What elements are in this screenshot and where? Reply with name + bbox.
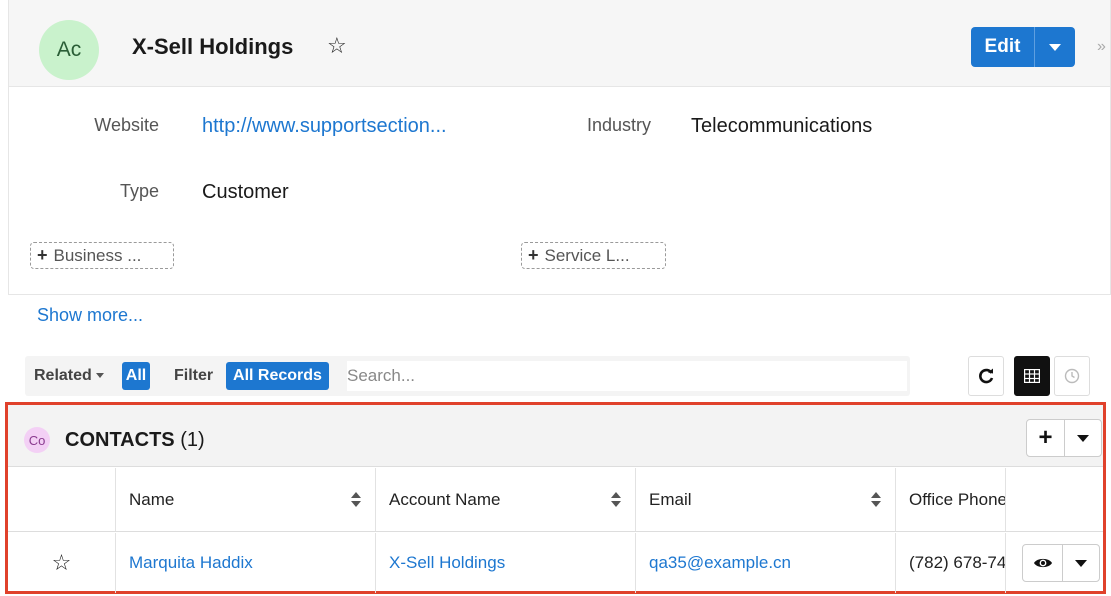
add-business-field-button[interactable]: + Business ... [30, 242, 174, 269]
account-avatar: Ac [39, 20, 99, 80]
caret-down-icon [95, 373, 104, 379]
column-header-label: Account Name [389, 489, 501, 509]
column-header-label: Name [129, 489, 175, 509]
caret-down-icon [1075, 559, 1087, 567]
sort-icon[interactable] [611, 492, 621, 508]
caret-down-icon [1049, 43, 1061, 51]
refresh-button[interactable] [968, 356, 1004, 396]
edit-button[interactable]: Edit [971, 27, 1035, 67]
contacts-avatar: Co [24, 427, 50, 453]
row-actions-dropdown[interactable] [1063, 545, 1099, 581]
caret-down-icon [1077, 434, 1089, 442]
contact-name-link[interactable]: Marquita Haddix [129, 553, 253, 573]
header-favorite-cell [8, 468, 116, 531]
subpanel-actions-dropdown[interactable] [1065, 420, 1101, 456]
related-label: Related [34, 367, 92, 384]
industry-label: Industry [586, 115, 651, 135]
preview-button[interactable] [1023, 545, 1063, 581]
type-value: Customer [202, 181, 289, 203]
column-header-email[interactable]: Email [636, 468, 896, 531]
column-header-account-name[interactable]: Account Name [376, 468, 636, 531]
filter-bar: Related All Filter All Records [25, 356, 910, 396]
eye-icon [1033, 558, 1052, 568]
subpanel-actions: + [1026, 419, 1102, 457]
record-header: Ac X-Sell Holdings ☆ Edit » [8, 0, 1111, 87]
plus-icon: + [37, 245, 48, 265]
create-contact-button[interactable]: + [1027, 420, 1065, 456]
edit-button-group: Edit [971, 27, 1075, 67]
filter-label[interactable]: Filter [174, 367, 213, 385]
list-view-button[interactable] [1014, 356, 1050, 396]
cell-email: qa35@example.cn [636, 533, 896, 593]
add-service-field-button[interactable]: + Service L... [521, 242, 666, 269]
refresh-icon [979, 368, 994, 384]
record-fields: Website http://www.supportsection... Ind… [8, 87, 1111, 295]
column-header-label: Office Phone [909, 489, 1006, 509]
row-actions [1022, 544, 1100, 582]
subpanel-count: (1) [180, 429, 205, 451]
related-all-pill[interactable]: All [122, 362, 150, 390]
type-label: Type [119, 181, 159, 201]
related-dropdown[interactable]: Related [34, 367, 104, 385]
search-input[interactable] [347, 361, 907, 391]
column-header-label: Email [649, 489, 692, 509]
contacts-subpanel: Co CONTACTS (1) + Name Account Name Emai… [5, 402, 1106, 594]
industry-value: Telecommunications [691, 115, 873, 137]
sort-icon[interactable] [871, 492, 881, 508]
service-button-label: Service L... [544, 245, 630, 265]
column-header-office-phone[interactable]: Office Phone [896, 468, 1006, 531]
cell-account-name: X-Sell Holdings [376, 533, 636, 593]
record-title: X-Sell Holdings [132, 34, 294, 59]
plus-icon: + [1038, 424, 1053, 451]
grid-icon [1024, 369, 1040, 383]
website-label: Website [94, 115, 159, 135]
subpanel-header[interactable]: Co CONTACTS (1) + [8, 405, 1103, 467]
sort-icon[interactable] [351, 492, 361, 508]
edit-actions-dropdown[interactable] [1035, 27, 1075, 67]
subpanel-title-label: CONTACTS [65, 429, 175, 451]
subpanel-title: CONTACTS (1) [65, 429, 205, 452]
column-header-name[interactable]: Name [116, 468, 376, 531]
favorite-star-icon[interactable]: ☆ [327, 33, 347, 59]
plus-icon: + [528, 245, 539, 265]
activity-stream-button[interactable] [1054, 356, 1090, 396]
favorite-star-icon[interactable]: ☆ [8, 533, 116, 593]
collapse-pane-icon[interactable]: » [1097, 38, 1106, 56]
website-link[interactable]: http://www.supportsection... [202, 115, 447, 138]
account-name-link[interactable]: X-Sell Holdings [389, 553, 505, 573]
show-more-link[interactable]: Show more... [37, 305, 143, 326]
office-phone-value: (782) 678-74 [909, 553, 1006, 572]
table-row: ☆ Marquita Haddix X-Sell Holdings qa35@e… [8, 533, 1103, 593]
business-button-label: Business ... [53, 245, 142, 265]
contacts-table: Name Account Name Email Office Phone ☆ M… [8, 468, 1103, 594]
cell-office-phone: (782) 678-74 [896, 533, 1006, 593]
table-header-row: Name Account Name Email Office Phone [8, 468, 1103, 532]
clock-icon [1064, 368, 1080, 384]
email-link[interactable]: qa35@example.cn [649, 553, 791, 573]
cell-name: Marquita Haddix [116, 533, 376, 593]
filter-all-records-pill[interactable]: All Records [226, 362, 329, 390]
